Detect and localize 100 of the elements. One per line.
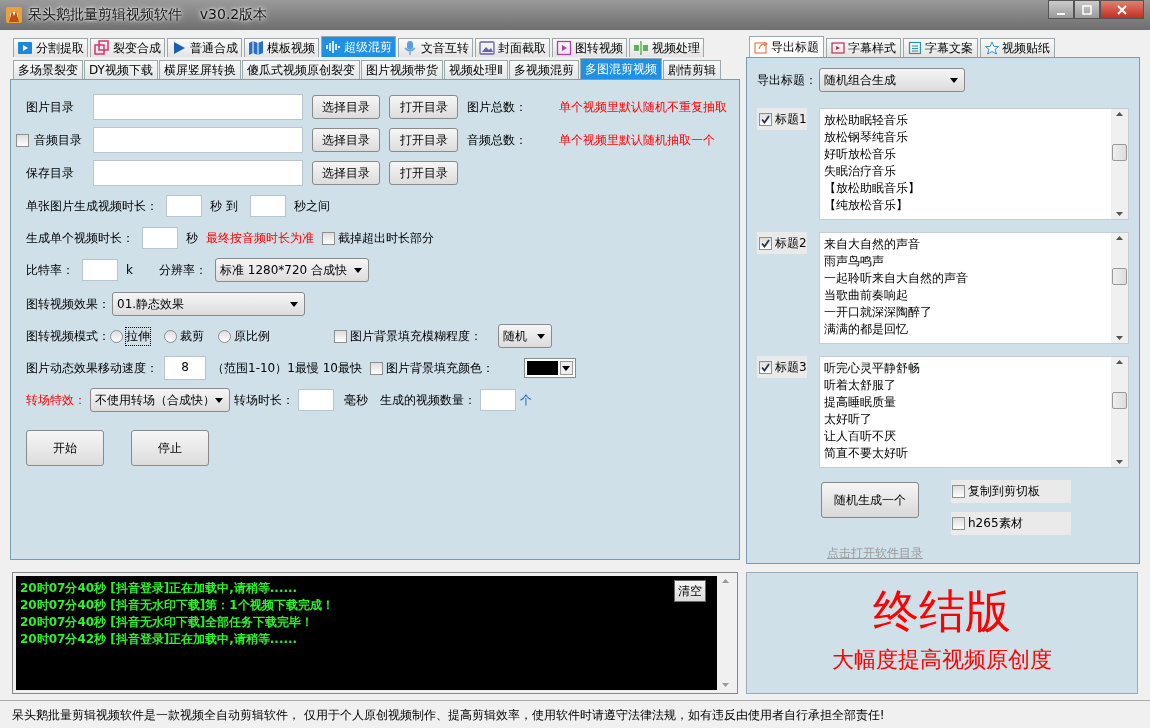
tab[interactable]: 横屏竖屏转换 (158, 60, 241, 79)
input-field[interactable] (82, 259, 118, 281)
window-title: 呆头鹅批量剪辑视频软件 v30.2版本 (28, 6, 269, 24)
tab[interactable]: 视频贴纸 (980, 38, 1055, 57)
checkbox-label: 标题2 (775, 234, 807, 252)
hint-text: 最终按音频时长为准 (206, 229, 314, 247)
clear-button[interactable]: 清空 (674, 580, 706, 602)
close-button[interactable] (1100, 0, 1144, 19)
checkbox[interactable] (759, 360, 772, 374)
text-line: 放松助眠轻音乐 (824, 112, 909, 129)
scrollbar[interactable] (717, 576, 734, 690)
tab[interactable]: 导出标题 (749, 36, 824, 57)
color-dropdown[interactable] (523, 358, 576, 378)
input-field[interactable] (93, 94, 303, 120)
scrollbar[interactable] (1111, 357, 1128, 467)
checkbox[interactable] (16, 133, 29, 147)
button[interactable]: 打开目录 (389, 95, 458, 119)
field-label: （范围1-10）1最慢 10最快 (212, 359, 362, 377)
checkbox-label: 音频目录 (34, 131, 82, 149)
tab[interactable]: 文音互转 (398, 38, 473, 57)
text-area[interactable]: 放松助眠轻音乐 放松钢琴纯音乐 好听放松音乐 失眠治疗音乐 【放松助眠音乐】 【纯放松音乐】 (819, 108, 1129, 220)
button[interactable]: 打开目录 (389, 161, 458, 185)
button[interactable]: 打开目录 (389, 128, 458, 152)
checkbox[interactable] (759, 236, 772, 250)
tab[interactable]: 分割提取 (13, 38, 88, 57)
checkbox[interactable] (759, 112, 772, 126)
scroll-thumb[interactable] (1112, 143, 1127, 161)
radio-button[interactable] (218, 329, 231, 343)
minimize-icon (1057, 12, 1065, 15)
field-label: 毫秒 (344, 391, 368, 409)
picture-icon (479, 40, 495, 56)
dropdown[interactable]: 随机组合生成 (819, 68, 965, 92)
scrollbar[interactable] (1111, 233, 1128, 343)
input-field[interactable]: 8 (164, 356, 206, 380)
checkbox-label: 复制到剪切板 (968, 483, 1040, 500)
minimize-button[interactable] (1048, 0, 1074, 19)
tab[interactable]: 多视频混剪 (508, 60, 579, 79)
tab[interactable]: 视频处理 (629, 38, 704, 57)
field-label: k (126, 263, 133, 277)
tab[interactable]: 图片视频带货 (360, 60, 443, 79)
tab[interactable]: 傻瓜式视频原创裂变 (241, 60, 360, 79)
checkbox-label: 截掉超出时长部分 (338, 229, 434, 247)
close-icon (1116, 4, 1128, 15)
dropdown[interactable]: 标准 1280*720 合成快 (214, 258, 369, 282)
checkbox[interactable] (369, 361, 383, 375)
split-icon (633, 40, 649, 56)
scroll-thumb[interactable] (1112, 391, 1127, 409)
tab[interactable]: 视频处理Ⅱ (443, 60, 508, 79)
dropdown-value: 01.静态效果 (117, 295, 185, 313)
tab[interactable]: 封面截取 (475, 38, 550, 57)
input-field[interactable] (298, 389, 334, 411)
button[interactable]: 选择目录 (312, 161, 380, 185)
tab[interactable]: 裂变合成 (90, 38, 165, 57)
button[interactable]: 开始 (26, 430, 104, 466)
scrollbar[interactable] (1111, 109, 1128, 219)
checkbox[interactable] (322, 231, 335, 245)
text-line: 一开口就深深陶醉了 (824, 304, 933, 321)
field-label: 单张图片生成视频时长： (26, 197, 158, 215)
tab[interactable]: 字幕文案 (903, 38, 978, 57)
radio-button[interactable] (110, 329, 123, 343)
tab[interactable]: 模板视频 (244, 38, 319, 57)
button[interactable]: 选择目录 (312, 95, 380, 119)
input-field[interactable] (249, 195, 286, 217)
caret-icon (353, 267, 362, 273)
play-icon (556, 40, 572, 56)
dropdown[interactable]: 随机 (498, 324, 552, 348)
text-line: 放松钢琴纯音乐 (824, 129, 909, 146)
dropdown[interactable]: 01.静态效果 (112, 292, 305, 316)
input-field[interactable] (142, 227, 178, 249)
tab[interactable]: 图转视频 (552, 38, 627, 57)
text-area[interactable]: 来自大自然的声音 雨声鸟鸣声 一起聆听来自大自然的声音 当歌曲前奏响起 一开口就深深陶醉了 满满的都是回忆 (819, 232, 1129, 344)
text-line: 太好听了 (824, 411, 873, 428)
input-field[interactable] (166, 195, 202, 217)
input-field[interactable] (93, 160, 303, 186)
input-field[interactable] (480, 389, 516, 411)
button[interactable]: 停止 (131, 430, 209, 466)
button[interactable]: 选择目录 (312, 128, 380, 152)
hint-text: 单个视频里默认随机抽取一个 (559, 131, 715, 149)
tab[interactable]: DY视频下载 (84, 60, 158, 79)
dropdown-value: 随机 (503, 327, 527, 345)
scroll-thumb[interactable] (1112, 267, 1127, 285)
tab[interactable]: 多场景裂变 (13, 60, 83, 79)
checkbox[interactable] (952, 517, 965, 530)
tab[interactable]: 普通合成 (167, 38, 242, 57)
checkbox[interactable] (952, 485, 965, 498)
radio-button[interactable] (164, 329, 177, 343)
checkbox[interactable] (334, 329, 347, 343)
promo-subtitle: 大幅度提高视频原创度 (832, 646, 1052, 674)
tab[interactable]: 字幕样式 (826, 38, 901, 57)
generate-button[interactable]: 随机生成一个 (821, 482, 919, 518)
dropdown-value: 标准 1280*720 合成快 (219, 261, 348, 279)
text-area[interactable]: 听完心灵平静舒畅 听着太舒服了 提高睡眠质量 太好听了 让人百听不厌 简直不要太好听 (819, 356, 1129, 468)
film-icon (831, 41, 845, 55)
maximize-button[interactable] (1074, 0, 1100, 19)
text-line: 简直不要太好听 (824, 445, 909, 462)
dropdown[interactable]: 不使用转场（合成快） (90, 388, 230, 412)
status-bar: 呆头鹅批量剪辑视频软件是一款视频全自动剪辑软件， 仅用于个人原创视频制作、提高剪辑效率，使用软件时请遵守法律法规，如有违反由使用者自行承担全部责任! (0, 700, 1150, 728)
tab[interactable]: 剧情剪辑 (662, 60, 721, 79)
input-field[interactable] (93, 127, 303, 153)
checkbox-label: 标题3 (775, 358, 807, 376)
